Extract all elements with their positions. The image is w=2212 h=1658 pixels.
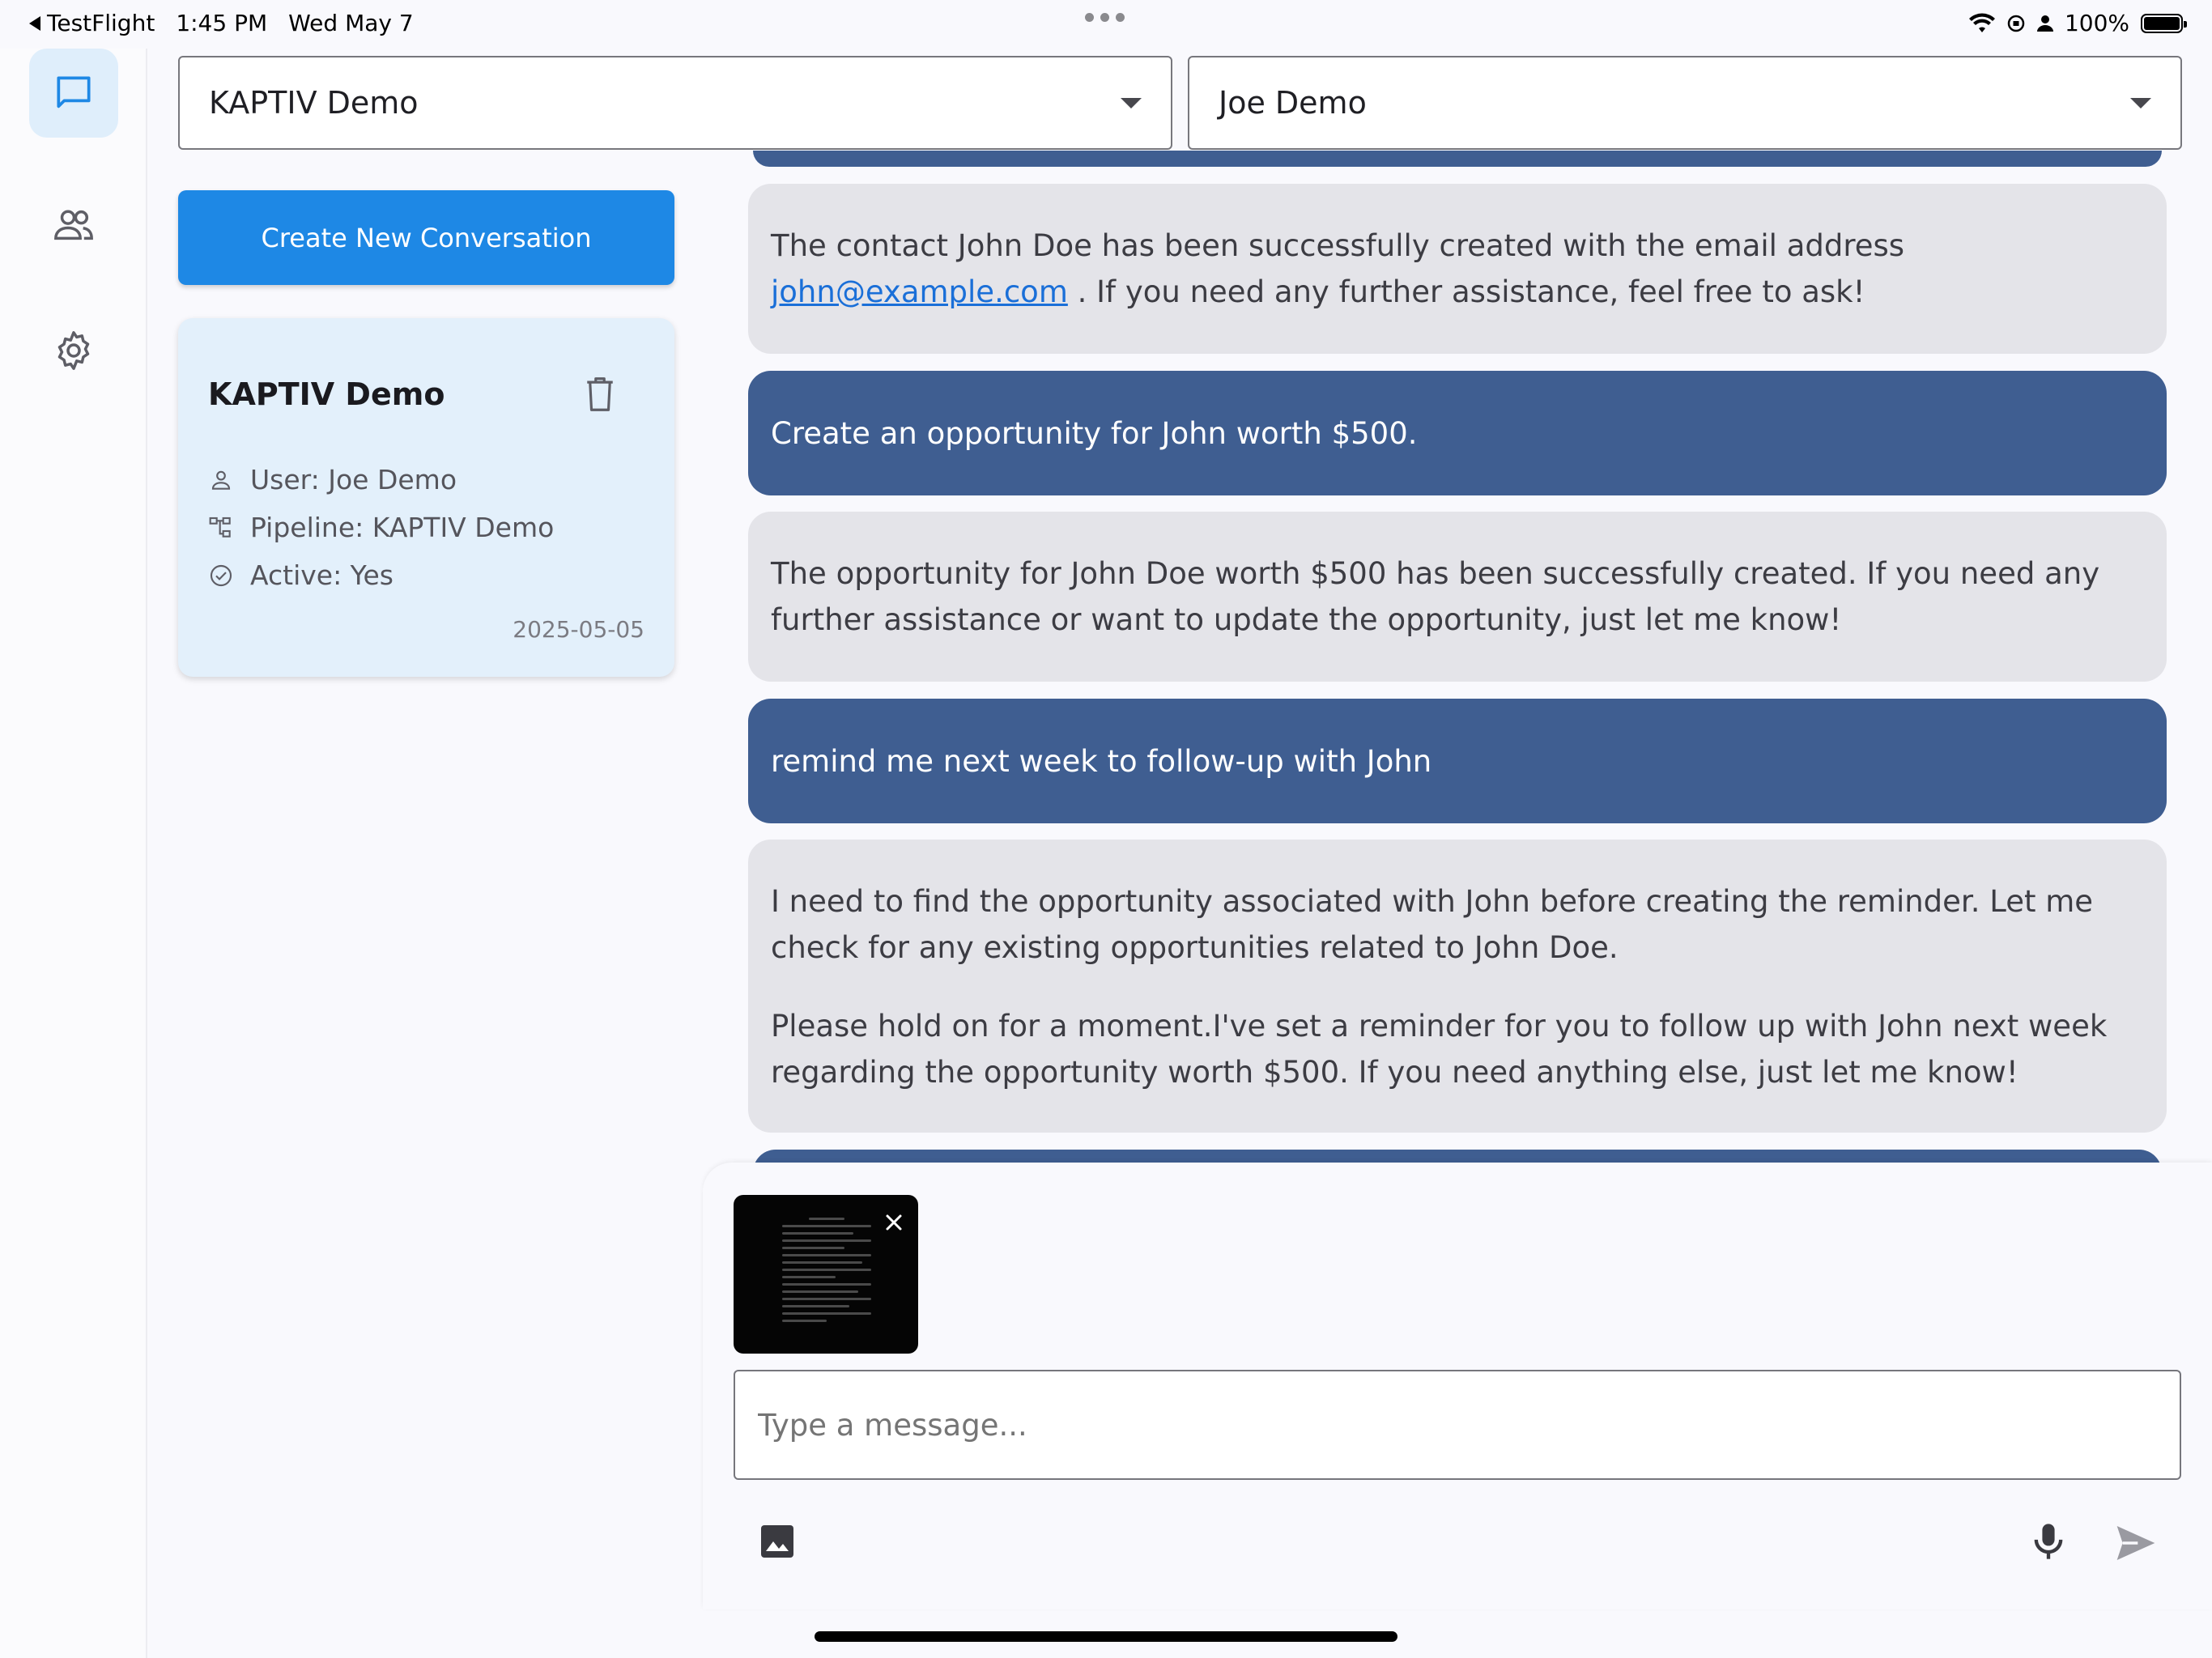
user-select-value: Joe Demo [1219,85,1367,121]
message-text: The opportunity for John Doe worth $500 … [771,556,2100,637]
send-button[interactable] [2113,1520,2159,1566]
conversation-pipeline: Pipeline: KAPTIV Demo [250,512,555,543]
conversation-date: 2025-05-05 [513,616,644,643]
delete-conversation-button[interactable] [583,375,617,417]
person-icon [2036,15,2053,32]
message-text: I need to find the opportunity associate… [771,884,2094,965]
user-select[interactable]: Joe Demo [1188,56,2182,150]
message-composer [703,1163,2212,1609]
pipeline-select-value: KAPTIV Demo [209,85,419,121]
close-icon [886,1214,902,1231]
attach-image-button[interactable] [758,1522,797,1561]
nav-contacts-button[interactable] [29,181,118,270]
home-indicator[interactable] [815,1631,1397,1642]
multitasking-dots-icon[interactable] [1085,13,1125,22]
trash-icon [587,377,613,411]
pipeline-select[interactable]: KAPTIV Demo [178,56,1172,150]
conversation-user: User: Joe Demo [250,464,457,495]
create-conversation-label: Create New Conversation [261,222,592,253]
message-text: The contact John Doe has been successful… [771,228,1905,309]
attached-image-thumbnail[interactable] [734,1195,918,1354]
message-bubble-user: remind me next week to follow-up with Jo… [748,699,2167,823]
hierarchy-icon [209,517,231,538]
nav-chat-button[interactable] [29,49,118,138]
status-date: Wed May 7 [288,10,414,36]
gear-icon [57,331,90,370]
person-outline-icon [211,470,231,490]
navigation-rail [0,49,147,1658]
conversation-card[interactable]: KAPTIV Demo User: Joe Demo Pipeline: KAP… [178,318,674,677]
battery-icon [2141,13,2187,33]
check-circle-icon [210,564,232,586]
message-bubble-assistant: I need to find the opportunity associate… [748,840,2167,1133]
message-bubble-user: Create an opportunity for John worth $50… [748,371,2167,495]
orientation-lock-icon [2007,15,2025,32]
wifi-icon [1968,13,1995,32]
conversation-active-row: Active: Yes [208,559,393,591]
conversation-title: KAPTIV Demo [208,376,445,412]
status-time: 1:45 PM [176,10,268,36]
send-icon [2116,1526,2155,1560]
conversation-user-row: User: Joe Demo [208,464,457,495]
microphone-icon [2034,1524,2063,1559]
image-icon [761,1525,793,1558]
create-conversation-button[interactable]: Create New Conversation [178,190,674,285]
conversation-active: Active: Yes [250,559,393,591]
message-bubble-assistant: The contact John Doe has been successful… [748,184,2167,354]
voice-input-button[interactable] [2027,1520,2069,1562]
nav-settings-button[interactable] [29,306,118,395]
conversation-pipeline-row: Pipeline: KAPTIV Demo [208,512,554,543]
thumbnail-content [782,1213,871,1327]
battery-percent: 100% [2064,10,2129,36]
email-link[interactable]: john@example.com [771,274,1068,309]
remove-attachment-button[interactable] [878,1206,910,1239]
people-icon [54,210,93,240]
dropdown-arrow-icon [2130,97,2151,108]
chat-bubble-icon [57,76,91,108]
message-bubble-assistant: The opportunity for John Doe worth $500 … [748,512,2167,682]
back-app-label: TestFlight [47,10,155,36]
back-to-app-link[interactable]: TestFlight [29,10,155,36]
message-bubble-user-partial [753,151,2162,167]
back-triangle-icon [29,15,40,31]
dropdown-arrow-icon [1121,97,1142,108]
status-bar: TestFlight 1:45 PM Wed May 7 100% [0,0,2212,49]
message-text: Create an opportunity for John worth $50… [771,415,1418,451]
message-text: remind me next week to follow-up with Jo… [771,743,1432,779]
message-input[interactable] [734,1370,2181,1480]
message-text: Please hold on for a moment.I've set a r… [771,1009,2108,1090]
